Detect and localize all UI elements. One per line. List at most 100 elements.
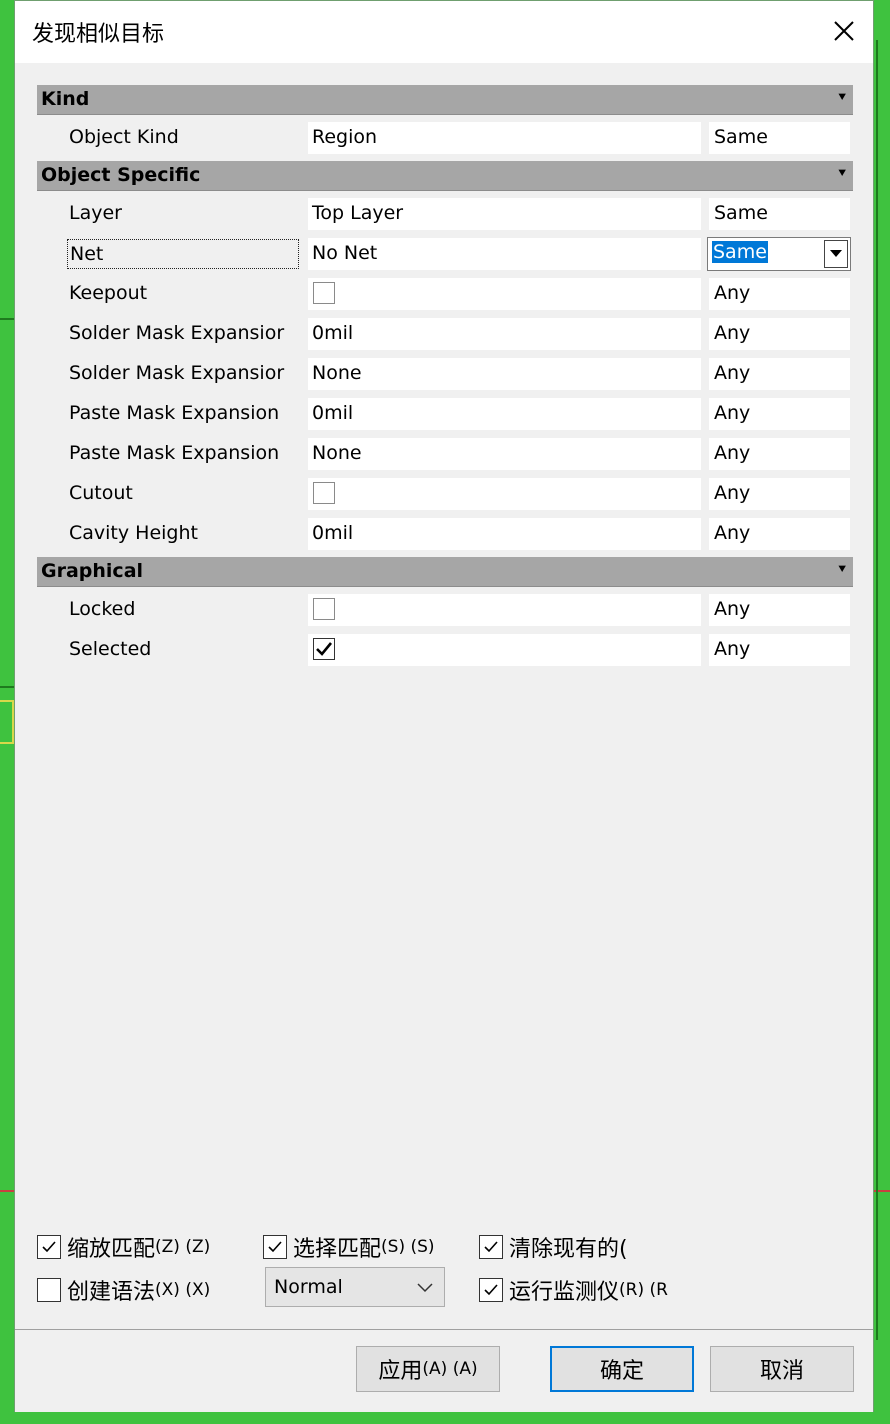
- match-selector[interactable]: Same: [709, 198, 850, 230]
- section-label: Graphical: [41, 560, 144, 582]
- property-name: Net: [67, 239, 299, 269]
- property-value: None: [308, 358, 701, 390]
- row-locked: Locked Any: [37, 594, 853, 628]
- checkmark-icon: [268, 1241, 282, 1253]
- match-selector[interactable]: Any: [709, 634, 850, 666]
- option-label: 缩放匹配: [67, 1237, 156, 1262]
- property-name: Locked: [69, 598, 136, 620]
- property-value: [308, 278, 701, 310]
- row-cavity-height: Cavity Height 0mil Any: [37, 518, 853, 552]
- select-matching-checkbox[interactable]: [263, 1235, 287, 1259]
- keepout-checkbox[interactable]: [313, 282, 335, 304]
- select-matching-option[interactable]: 选择匹配 (S) (S): [263, 1231, 435, 1263]
- zoom-matching-checkbox[interactable]: [37, 1235, 61, 1259]
- property-value: No Net: [308, 238, 701, 270]
- match-selector[interactable]: Any: [709, 594, 850, 626]
- property-name: Selected: [69, 638, 152, 660]
- option-label: 创建语法: [67, 1280, 156, 1305]
- section-label: Kind: [41, 88, 90, 110]
- property-name: Cavity Height: [69, 522, 198, 544]
- section-object-specific[interactable]: Object Specific ⯆: [37, 161, 853, 191]
- match-selector[interactable]: Any: [709, 278, 850, 310]
- row-keepout: Keepout Any: [37, 278, 853, 312]
- window-title: 发现相似目标: [32, 22, 165, 47]
- close-icon: [834, 21, 854, 41]
- mode-combo[interactable]: Normal: [265, 1267, 445, 1307]
- row-cutout: Cutout Any: [37, 478, 853, 512]
- collapse-icon[interactable]: ⯆: [837, 166, 847, 181]
- match-selector[interactable]: Same: [709, 122, 850, 154]
- property-value: [308, 634, 701, 666]
- property-value: None: [308, 438, 701, 470]
- button-accelerator: (A) (A): [422, 1359, 478, 1379]
- match-selector[interactable]: Any: [709, 398, 850, 430]
- property-value: Region: [308, 122, 701, 154]
- chevron-down-icon: [417, 1283, 433, 1293]
- clear-existing-checkbox[interactable]: [479, 1235, 503, 1259]
- match-selector[interactable]: Any: [709, 358, 850, 390]
- match-selector[interactable]: Any: [709, 318, 850, 350]
- match-selector[interactable]: Any: [709, 438, 850, 470]
- collapse-icon[interactable]: ⯆: [837, 562, 847, 577]
- property-value: Top Layer: [308, 198, 701, 230]
- property-value: 0mil: [308, 518, 701, 550]
- option-label: 选择匹配: [293, 1237, 382, 1262]
- property-name: Layer: [69, 202, 122, 224]
- find-similar-objects-dialog: 发现相似目标 Kind ⯆ Object Kind Region Same Ob…: [14, 0, 874, 1412]
- option-accelerator: (X) (X): [155, 1280, 211, 1300]
- property-value: [308, 594, 701, 626]
- row-selected: Selected Any: [37, 634, 853, 668]
- dropdown-arrow-button[interactable]: [824, 240, 848, 268]
- selected-option: Same: [712, 241, 768, 263]
- clear-existing-option[interactable]: 清除现有的(: [479, 1231, 628, 1263]
- locked-checkbox[interactable]: [313, 598, 335, 620]
- button-label: 应用: [378, 1359, 423, 1384]
- option-label: 运行监测仪: [509, 1280, 620, 1305]
- run-inspector-checkbox[interactable]: [479, 1278, 503, 1302]
- selected-checkbox[interactable]: [313, 638, 335, 660]
- run-inspector-option[interactable]: 运行监测仪 (R) (R: [479, 1274, 668, 1306]
- match-selector[interactable]: Any: [709, 518, 850, 550]
- section-kind[interactable]: Kind ⯆: [37, 85, 853, 115]
- checkmark-icon: [484, 1241, 498, 1253]
- combo-value: Normal: [274, 1276, 343, 1298]
- caret-down-icon: [830, 250, 842, 257]
- match-selector[interactable]: Any: [709, 478, 850, 510]
- collapse-icon[interactable]: ⯆: [837, 90, 847, 105]
- title-bar: 发现相似目标: [15, 1, 873, 63]
- option-accelerator: (Z) (Z): [155, 1237, 211, 1257]
- property-value: 0mil: [308, 318, 701, 350]
- row-solder-mask-expansion: Solder Mask Expansior 0mil Any: [37, 318, 853, 352]
- property-name: Paste Mask Expansion: [69, 402, 280, 424]
- section-label: Object Specific: [41, 164, 201, 186]
- create-expression-checkbox[interactable]: [37, 1278, 61, 1302]
- row-solder-mask-expansion-mode: Solder Mask Expansior None Any: [37, 358, 853, 392]
- apply-button[interactable]: 应用 (A) (A): [356, 1346, 500, 1392]
- property-name: Keepout: [69, 282, 148, 304]
- checkmark-icon: [316, 642, 333, 656]
- row-layer: Layer Top Layer Same: [37, 198, 853, 232]
- ok-button[interactable]: 确定: [550, 1346, 694, 1392]
- option-accelerator: (R) (R: [619, 1280, 668, 1300]
- create-expression-option[interactable]: 创建语法 (X) (X): [37, 1274, 210, 1306]
- property-value: 0mil: [308, 398, 701, 430]
- checkmark-icon: [42, 1241, 56, 1253]
- match-dropdown[interactable]: Same: [707, 237, 851, 271]
- property-value: [308, 478, 701, 510]
- option-accelerator: (S) (S): [381, 1237, 435, 1257]
- property-name: Object Kind: [69, 126, 179, 148]
- close-button[interactable]: [823, 11, 865, 51]
- property-name: Cutout: [69, 482, 133, 504]
- property-name: Solder Mask Expansior: [69, 322, 285, 344]
- checkmark-icon: [484, 1284, 498, 1296]
- section-graphical[interactable]: Graphical ⯆: [37, 557, 853, 587]
- row-net: Net No Net Same: [37, 237, 853, 272]
- property-name: Paste Mask Expansion: [69, 442, 280, 464]
- option-label: 清除现有的(: [509, 1237, 628, 1262]
- row-object-kind: Object Kind Region Same: [37, 122, 853, 156]
- zoom-matching-option[interactable]: 缩放匹配 (Z) (Z): [37, 1231, 210, 1263]
- cutout-checkbox[interactable]: [313, 482, 335, 504]
- button-label: 取消: [759, 1359, 804, 1384]
- row-paste-mask-expansion: Paste Mask Expansion 0mil Any: [37, 398, 853, 432]
- cancel-button[interactable]: 取消: [710, 1346, 854, 1392]
